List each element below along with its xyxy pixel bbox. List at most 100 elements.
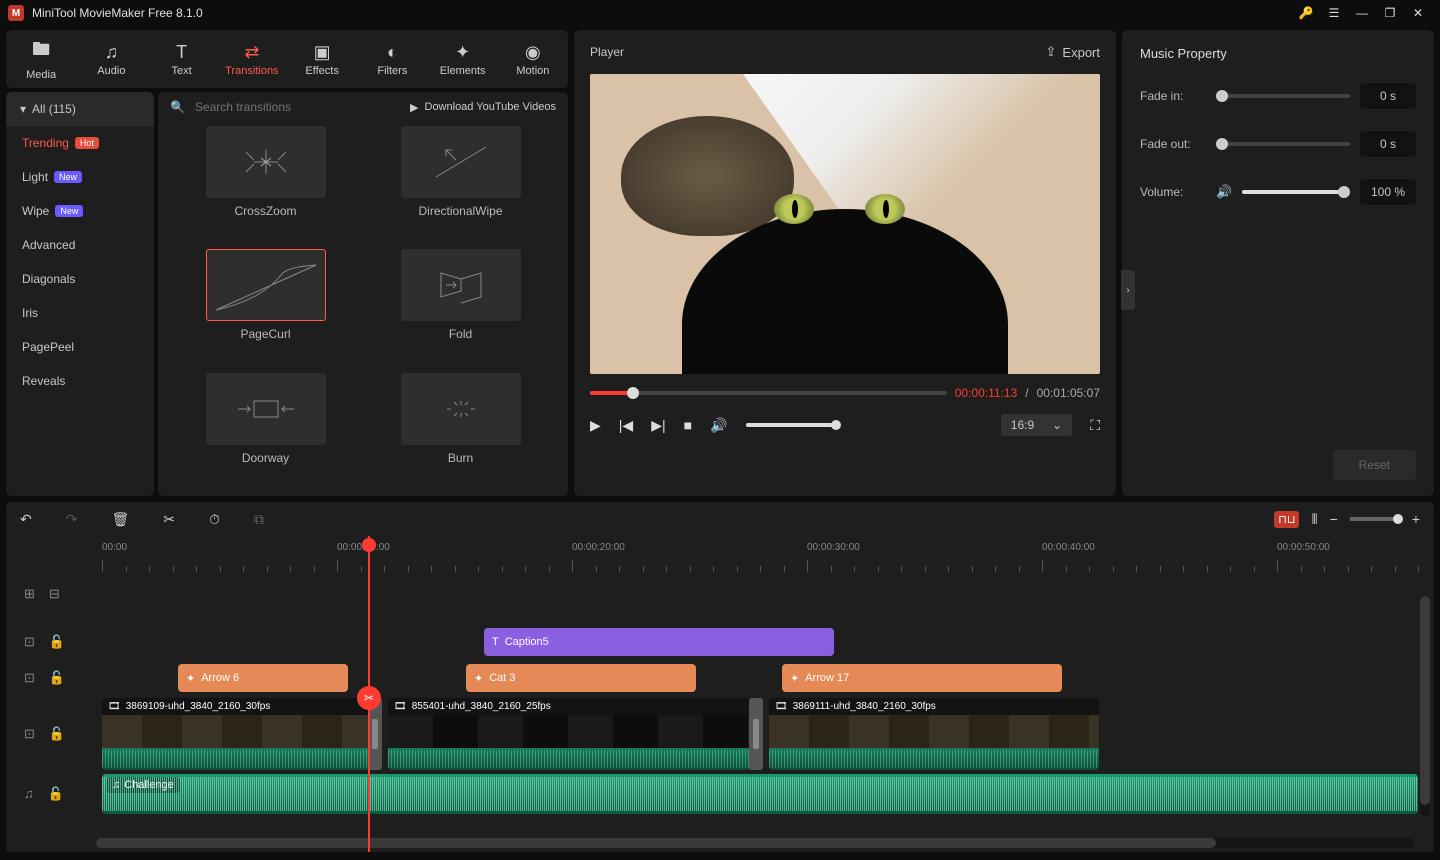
maximize-button[interactable]: ❐ (1376, 0, 1404, 26)
transition-fold[interactable]: Fold (383, 249, 538, 362)
download-youtube-link[interactable]: ▶Download YouTube Videos (410, 101, 556, 114)
tab-media[interactable]: 🖿Media (6, 37, 76, 81)
redo-button[interactable]: ↷ (66, 511, 78, 528)
category-label: Reveals (22, 374, 65, 388)
category-reveals[interactable]: Reveals (6, 364, 154, 398)
volume-prop-slider[interactable] (1242, 190, 1350, 194)
category-label: Iris (22, 306, 38, 320)
transition-pagecurl[interactable]: PageCurl (188, 249, 343, 362)
caption-clip[interactable]: TCaption5 (484, 628, 834, 656)
badge-hot: Hot (75, 137, 99, 149)
search-input[interactable] (195, 100, 375, 114)
transition-doorway[interactable]: Doorway (188, 373, 343, 486)
tab-effects[interactable]: ▣Effects (287, 42, 357, 77)
video-clip-3[interactable]: 🎞3869111-uhd_3840_2160_30fps (769, 698, 1099, 770)
key-icon[interactable]: 🔑 (1292, 0, 1320, 26)
tab-filters[interactable]: ◐Filters (357, 42, 427, 77)
delete-button[interactable]: 🗑 (111, 511, 129, 528)
tab-audio[interactable]: ♫Audio (76, 42, 146, 77)
tab-audio-label: Audio (97, 65, 125, 77)
transition-crosszoom[interactable]: CrossZoom (188, 126, 343, 239)
scissors-icon[interactable]: ✂ (357, 686, 381, 710)
effect-clip-1[interactable]: ✦Arrow 6 (178, 664, 348, 692)
category-trending[interactable]: TrendingHot (6, 126, 154, 160)
transition-thumbnail (401, 373, 521, 445)
prev-frame-button[interactable]: |◀ (619, 417, 633, 434)
video-track-icon[interactable]: ⊡ (24, 670, 35, 686)
category-iris[interactable]: Iris (6, 296, 154, 330)
transition-handle-2[interactable] (749, 698, 763, 770)
category-light[interactable]: LightNew (6, 160, 154, 194)
category-wipe[interactable]: WipeNew (6, 194, 154, 228)
minimize-button[interactable]: — (1348, 0, 1376, 26)
fade-out-slider[interactable] (1216, 142, 1350, 146)
lock-icon[interactable]: 🔓 (49, 726, 65, 742)
caption-track: ⊡ 🔓 TCaption5 (6, 624, 1418, 660)
timeline-v-scrollbar[interactable] (1420, 596, 1430, 816)
play-button[interactable]: ▶ (590, 417, 601, 434)
badge-new: New (55, 205, 83, 217)
category-all-label: All (115) (32, 102, 76, 116)
speed-button[interactable]: ⏱ (209, 511, 220, 528)
fullscreen-button[interactable]: ⛶ (1090, 417, 1100, 434)
video-clip-1[interactable]: 🎞3869109-uhd_3840_2160_30fps (102, 698, 382, 770)
split-button[interactable]: ✂ (163, 511, 175, 528)
fade-in-value[interactable]: 0 s (1360, 83, 1416, 109)
marker-button[interactable]: ⦀ (1311, 511, 1317, 528)
effect-clip-2[interactable]: ✦Cat 3 (466, 664, 696, 692)
ruler-tick: 00:00:40:00 (1042, 542, 1095, 553)
video-clip-2[interactable]: 🎞855401-uhd_3840_2160_25fps (388, 698, 753, 770)
video-track-icon[interactable]: ⊡ (24, 634, 35, 650)
volume-slider[interactable] (746, 423, 836, 427)
effect-clip-3[interactable]: ✦Arrow 17 (782, 664, 1062, 692)
fade-in-slider[interactable] (1216, 94, 1350, 98)
film-icon: 🎞 (108, 701, 121, 712)
effects-icon: ▣ (287, 42, 357, 63)
lock-icon[interactable]: 🔓 (49, 670, 65, 686)
category-all[interactable]: ▾All (115) (6, 92, 154, 126)
crop-button[interactable]: ⧉ (254, 511, 264, 528)
scrub-bar[interactable] (590, 391, 947, 395)
undo-button[interactable]: ↶ (20, 511, 32, 528)
speaker-icon[interactable]: 🔊 (1216, 184, 1232, 200)
transition-directionalwipe[interactable]: DirectionalWipe (383, 126, 538, 239)
export-button[interactable]: ⇪Export (1046, 44, 1100, 60)
lock-icon[interactable]: 🔓 (48, 786, 64, 802)
lock-icon[interactable]: 🔓 (49, 634, 65, 650)
transitions-grid: CrossZoom DirectionalWipe PageCurl Fold Door… (158, 122, 568, 496)
total-duration: 00:01:05:07 (1037, 386, 1100, 400)
volume-icon[interactable]: 🔊 (710, 417, 727, 434)
menu-icon[interactable]: ☰ (1320, 0, 1348, 26)
video-track-icon[interactable]: ⊡ (24, 726, 35, 742)
playhead[interactable]: ✂ (368, 536, 370, 852)
fade-out-value[interactable]: 0 s (1360, 131, 1416, 157)
timeline-ruler[interactable]: 00:0000:00:10:0000:00:20:0000:00:30:0000… (92, 536, 1434, 576)
collapse-properties-button[interactable]: › (1121, 270, 1135, 310)
music-track-icon[interactable]: ♫ (24, 786, 34, 802)
zoom-slider[interactable] (1350, 517, 1400, 521)
zoom-out-button[interactable]: − (1330, 511, 1338, 527)
reset-button[interactable]: Reset (1333, 450, 1416, 480)
timeline-h-scrollbar[interactable] (96, 838, 1414, 848)
transition-label: CrossZoom (188, 204, 343, 218)
video-preview[interactable] (590, 74, 1100, 374)
category-pagepeel[interactable]: PagePeel (6, 330, 154, 364)
tab-elements[interactable]: ✦Elements (428, 42, 498, 77)
transition-burn[interactable]: Burn (383, 373, 538, 486)
volume-prop-value[interactable]: 100 % (1360, 179, 1416, 205)
properties-title: Music Property (1140, 46, 1416, 61)
tab-motion[interactable]: ◉Motion (498, 42, 568, 77)
tab-text[interactable]: TText (147, 42, 217, 77)
tab-transitions[interactable]: ⇄Transitions (217, 42, 287, 77)
next-frame-button[interactable]: ▶| (651, 417, 665, 434)
audio-clip[interactable]: ♫Challenge (102, 774, 1418, 814)
text-clip-icon: T (492, 636, 499, 648)
close-button[interactable]: ✕ (1404, 0, 1432, 26)
category-diagonals[interactable]: Diagonals (6, 262, 154, 296)
aspect-ratio-select[interactable]: 16:9⌄ (1001, 414, 1072, 436)
magnet-toggle[interactable]: ⊓⊔ (1274, 511, 1299, 528)
film-icon: 🎞 (394, 701, 407, 712)
stop-button[interactable]: ■ (684, 417, 692, 433)
category-advanced[interactable]: Advanced (6, 228, 154, 262)
zoom-in-button[interactable]: + (1412, 511, 1420, 527)
